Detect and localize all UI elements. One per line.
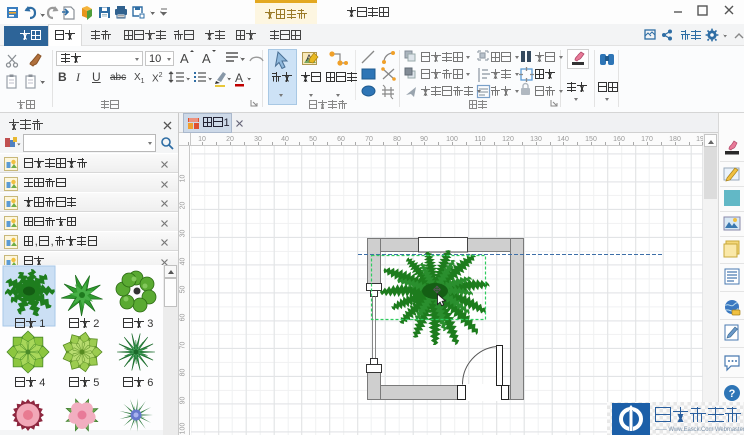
svg-text:A: A <box>180 51 189 66</box>
svg-text:A: A <box>235 71 243 85</box>
svg-text:A: A <box>202 51 211 66</box>
svg-text:?: ? <box>729 388 736 400</box>
